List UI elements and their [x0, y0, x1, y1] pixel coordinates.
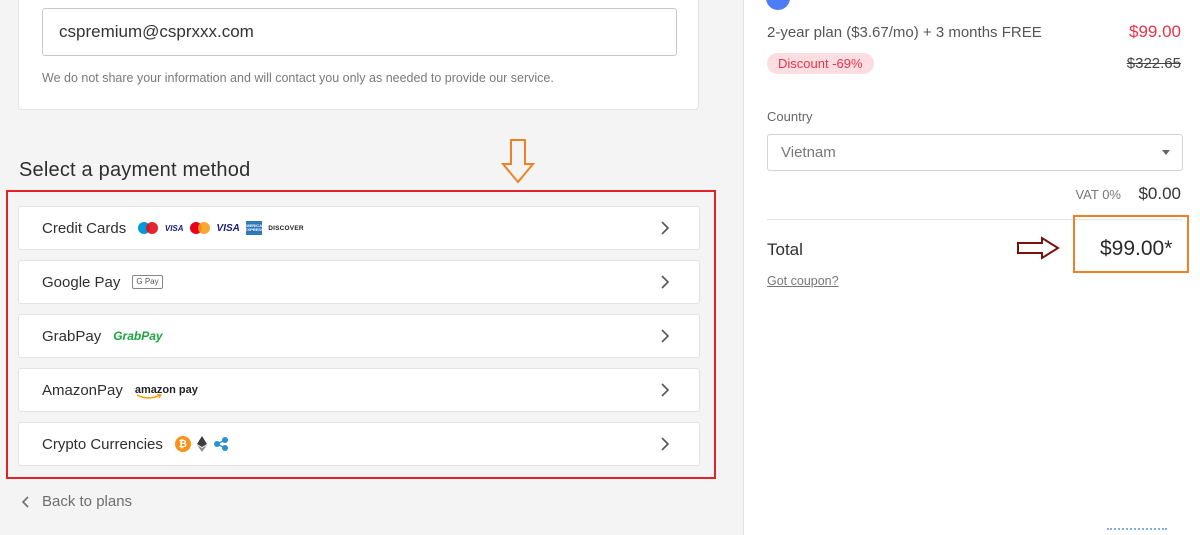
email-field[interactable]: cspremium@csprxxx.com [42, 8, 677, 56]
payment-method-amazonpay[interactable]: AmazonPay amazon pay [18, 368, 700, 412]
payment-method-grabpay[interactable]: GrabPay GrabPay [18, 314, 700, 358]
ripple-icon [213, 437, 228, 451]
chevron-right-icon [661, 221, 670, 235]
discover-logo-icon: DISCOVER [268, 224, 304, 232]
step-indicator-icon [766, 0, 790, 10]
back-to-plans-link[interactable]: Back to plans [22, 493, 132, 510]
visa-logo-icon: VISA [216, 222, 240, 234]
chevron-right-icon [661, 383, 670, 397]
plan-price: $99.00 [1129, 22, 1181, 41]
privacy-note: We do not share your information and wil… [42, 71, 554, 85]
amex-logo-icon: AMERICAN EXPRESS [243, 221, 265, 235]
contact-card: cspremium@csprxxx.com We do not share yo… [18, 0, 699, 110]
right-arrow-annotation-icon [1017, 236, 1060, 260]
chevron-right-icon [661, 275, 670, 289]
mastercard-logo-icon [190, 222, 211, 234]
payment-method-label: Credit Cards [42, 219, 127, 237]
country-value: Vietnam [781, 144, 836, 161]
payment-method-google-pay[interactable]: Google Pay G Pay [18, 260, 700, 304]
chevron-left-icon [22, 495, 29, 508]
original-price: $322.65 [1126, 55, 1181, 72]
order-summary-panel: 2-year plan ($3.67/mo) + 3 months FREE $… [743, 0, 1200, 535]
total-label: Total [767, 240, 803, 259]
payment-method-credit-cards[interactable]: Credit Cards VISA VISA AMERICAN EXPRESS … [18, 206, 700, 250]
coupon-link[interactable]: Got coupon? [767, 274, 839, 288]
discount-badge: Discount -69% [767, 53, 874, 74]
payment-section-title: Select a payment method [19, 159, 251, 181]
card-logos: VISA VISA AMERICAN EXPRESS DISCOVER [138, 221, 304, 235]
total-amount: $99.00* [1100, 237, 1173, 260]
ethereum-icon [196, 436, 207, 452]
vat-label: VAT 0% [1075, 187, 1121, 202]
country-select[interactable]: Vietnam [767, 134, 1183, 171]
payment-method-label: Crypto Currencies [42, 435, 163, 453]
payment-method-label: AmazonPay [42, 381, 123, 399]
chevron-right-icon [661, 329, 670, 343]
bitcoin-icon: ₿ [174, 436, 191, 452]
caret-down-icon [1162, 150, 1170, 155]
amazon-pay-logo-icon: amazon pay [135, 384, 198, 399]
chevron-right-icon [661, 437, 670, 451]
footer-link-fragment [1107, 528, 1167, 534]
payment-method-label: Google Pay [42, 273, 121, 291]
down-arrow-annotation-icon [500, 139, 536, 184]
maestro-logo-icon [138, 222, 159, 234]
amazon-smile-icon [136, 394, 162, 399]
country-label: Country [767, 109, 813, 124]
grabpay-logo-icon: GrabPay [113, 329, 163, 343]
crypto-logos: ₿ [174, 436, 229, 452]
back-label: Back to plans [42, 493, 133, 510]
plan-description: 2-year plan ($3.67/mo) + 3 months FREE [767, 24, 1042, 41]
payment-method-crypto[interactable]: Crypto Currencies ₿ [18, 422, 700, 466]
google-pay-logo-icon: G Pay [132, 275, 163, 289]
checkout-main: cspremium@csprxxx.com We do not share yo… [0, 0, 743, 535]
vat-amount: $0.00 [1138, 184, 1181, 203]
payment-method-label: GrabPay [42, 327, 102, 345]
visa-logo-icon: VISA [164, 223, 184, 233]
